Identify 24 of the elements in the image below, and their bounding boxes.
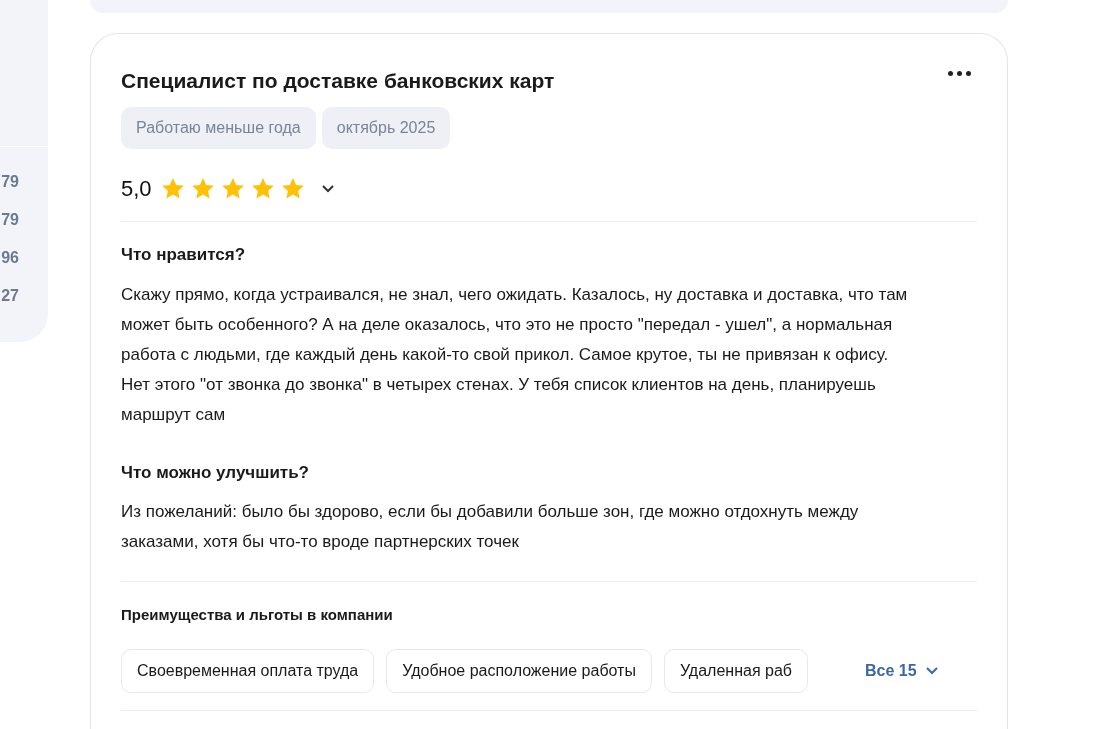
review-text: Из пожеланий: было бы здорово, если бы добавили больше зон, где можно отдохнуть между заказами, хотя бы что-то вроде партнерских точек [121, 501, 860, 553]
review-text: Скажу прямо, когда устраивался, не знал, чего ожидать. Казалось, ну доставка и доставка, что там может быть особенного? А на деле оказалось, что это не просто "передал - ушел", а нормальная работа с людьми, где каждый день какой-то свой прикол. Самое крутое, ты не привязан к офису. Нет этого "от звонка до звонка" в четырех стенах. У тебя список клиентов на день, планируешь маршрут сам [121, 283, 909, 426]
star-icon [160, 177, 185, 200]
tag: Работаю меньше года [121, 107, 316, 149]
benefit-chip: Своевременная оплата труда [121, 648, 375, 693]
star-icon [250, 177, 275, 200]
star-icon [280, 177, 305, 200]
show-all-link[interactable]: Все 15 [865, 658, 939, 683]
review-title: Специалист по доставке банковских карт [121, 68, 555, 94]
chevron-down-icon [924, 665, 939, 676]
section-heading: Что нравится? [121, 244, 247, 266]
section-heading: Что можно улучшить? [121, 461, 310, 484]
benefits-heading: Преимущества и льготы в компании [121, 605, 394, 625]
tag: октябрь 2025 [321, 107, 451, 149]
sidebar-value: 79 [1, 172, 19, 191]
benefit-chip: Удобное расположение работы [386, 648, 652, 693]
sidebar-value: 79 [1, 210, 19, 229]
chevron-down-icon[interactable] [320, 183, 335, 194]
rating-value: 5,0 [121, 175, 152, 203]
star-icon [220, 177, 245, 200]
benefit-chip: Удаленная раб [663, 648, 808, 693]
star-icon [190, 177, 215, 200]
sidebar-value: 96 [1, 248, 19, 267]
sidebar-value: 27 [1, 286, 19, 305]
